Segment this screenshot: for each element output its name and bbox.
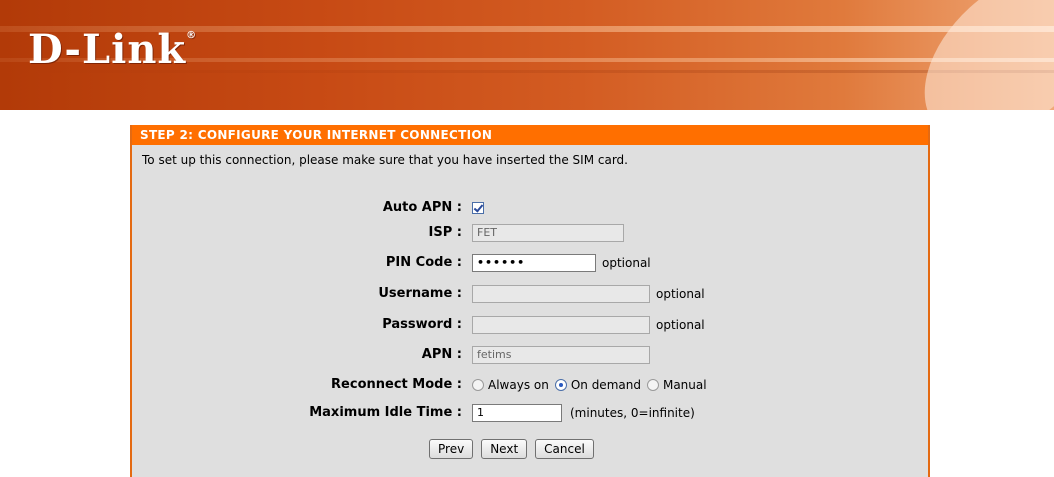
dlink-logo: D-Link®	[28, 26, 198, 73]
max-idle-hint: (minutes, 0=infinite)	[570, 406, 695, 420]
pin-code-hint: optional	[602, 256, 651, 270]
pin-code-label: PIN Code :	[385, 255, 462, 270]
reconnect-on-demand-radio[interactable]	[554, 379, 567, 391]
max-idle-field[interactable]: 1	[472, 404, 562, 422]
reconnect-manual-label: Manual	[662, 378, 707, 392]
password-hint: optional	[656, 318, 705, 332]
apn-label: APN :	[421, 347, 462, 362]
prev-button[interactable]: Prev	[429, 439, 474, 459]
setup-panel: STEP 2: CONFIGURE YOUR INTERNET CONNECTI…	[130, 125, 930, 477]
reconnect-manual-radio[interactable]	[646, 379, 659, 391]
isp-label: ISP :	[428, 225, 462, 240]
next-button[interactable]: Next	[481, 439, 528, 459]
max-idle-row: Maximum Idle Time : 1 (minutes, 0=infini…	[132, 402, 928, 424]
auto-apn-label: Auto APN :	[382, 200, 462, 215]
pin-code-field[interactable]: ••••••	[472, 254, 596, 272]
panel-title: STEP 2: CONFIGURE YOUR INTERNET CONNECTI…	[132, 125, 928, 145]
auto-apn-checkbox[interactable]	[472, 202, 484, 214]
apn-field[interactable]: fetims	[472, 346, 650, 364]
apn-row: APN : fetims	[132, 344, 928, 366]
brand-header: D-Link®	[0, 0, 1054, 110]
isp-row: ISP : FET	[132, 222, 928, 244]
password-row: Password : optional	[132, 314, 928, 336]
header-swoosh	[894, 0, 1054, 110]
cancel-button[interactable]: Cancel	[535, 439, 594, 459]
reconnect-always-on-label: Always on	[488, 378, 549, 392]
username-label: Username :	[378, 286, 462, 301]
button-row: Prev Next Cancel	[132, 438, 928, 460]
reconnect-mode-label: Reconnect Mode :	[331, 377, 462, 392]
reconnect-mode-row: Reconnect Mode : Always on On demand Man…	[132, 374, 928, 396]
pin-code-row: PIN Code : •••••• optional	[132, 252, 928, 274]
username-field[interactable]	[472, 285, 650, 303]
reconnect-on-demand-label: On demand	[570, 378, 641, 392]
reconnect-always-on-radio[interactable]	[472, 379, 484, 391]
isp-field[interactable]: FET	[472, 224, 624, 242]
intro-text: To set up this connection, please make s…	[142, 153, 628, 167]
username-hint: optional	[656, 287, 705, 301]
password-label: Password :	[382, 317, 462, 332]
auto-apn-row: Auto APN :	[132, 197, 928, 219]
username-row: Username : optional	[132, 283, 928, 305]
max-idle-label: Maximum Idle Time :	[309, 405, 462, 420]
password-field[interactable]	[472, 316, 650, 334]
